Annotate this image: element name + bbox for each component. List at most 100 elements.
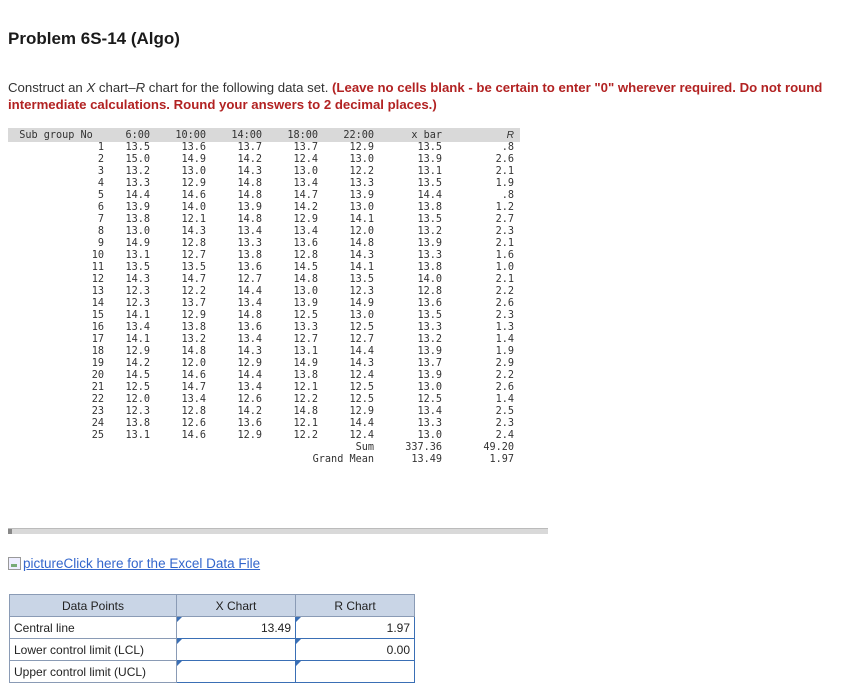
table-cell: 14.0 [181,202,206,213]
table-cell: 13.2 [181,334,206,345]
table-cell: 13.5 [125,262,150,273]
table-cell: 13.0 [181,166,206,177]
table-cell: 13.1 [293,346,318,357]
table-cell: 14.6 [181,370,206,381]
table-cell: 13.0 [125,226,150,237]
table-cell: 13.4 [293,178,318,189]
answer-row-central-line: Central line 13.49 1.97 [9,616,415,639]
table-cell: 1.0 [495,262,514,273]
table-cell: 14.2 [237,154,262,165]
table-cell: 13.9 [349,190,374,201]
table-row: 11 13.5 13.5 13.6 14.5 14.1 13.8 1.0 [8,262,520,274]
x-chart-central-line-input[interactable]: 13.49 [176,616,296,639]
table-row: 6 13.9 14.0 13.9 14.2 13.0 13.8 1.2 [8,202,520,214]
x-chart-lcl-input[interactable] [176,638,296,661]
table-cell: 2.6 [495,154,514,165]
table-cell: 13.0 [417,382,442,393]
table-cell: 2.7 [495,214,514,225]
table-cell: 14.5 [125,370,150,381]
table-cell: 14.2 [237,406,262,417]
table-row: 7 13.8 12.1 14.8 12.9 14.1 13.5 2.7 [8,214,520,226]
table-cell: 3 [97,166,104,177]
table-cell: 13.6 [181,142,206,153]
table-cell: 14.9 [349,298,374,309]
table-cell: 14.7 [293,190,318,201]
r-chart-lcl-input[interactable]: 0.00 [295,638,415,661]
table-row-sum-xbar: 337.36 [405,442,442,453]
answer-row-lcl: Lower control limit (LCL) 0.00 [9,638,415,661]
table-cell: 14.5 [293,262,318,273]
picture-icon [8,557,21,570]
page-title: Problem 6S-14 (Algo) [8,29,180,48]
table-cell: 12.9 [237,358,262,369]
table-row: 23 12.3 12.8 14.2 14.8 12.9 13.4 2.5 [8,406,520,418]
table-cell: 12.7 [293,334,318,345]
table-cell: 13.3 [417,250,442,261]
table-cell: 12.9 [125,346,150,357]
table-cell: 14.9 [293,358,318,369]
table-cell: 12.3 [125,286,150,297]
answer-header-x-chart: X Chart [176,594,296,617]
table-cell: 12.3 [125,406,150,417]
instr-x: X [86,80,96,95]
table-cell: 13.4 [181,394,206,405]
table-cell: 9 [97,238,104,249]
table-cell: 14.3 [181,226,206,237]
table-cell: 13.1 [417,166,442,177]
table-cell: 14.2 [293,202,318,213]
table-cell: 14.0 [417,274,442,285]
table-cell: 13.3 [293,322,318,333]
table-cell: 13.4 [417,406,442,417]
table-row: 16 13.4 13.8 13.6 13.3 12.5 13.3 1.3 [8,322,520,334]
table-cell: 12.0 [181,358,206,369]
table-cell: 21 [91,382,104,393]
table-cell: 13.7 [293,142,318,153]
table-cell: 14.4 [237,286,262,297]
table-cell: 14.3 [349,250,374,261]
table-cell: 19 [91,358,104,369]
table-cell: 20 [91,370,104,381]
table-cell: 12.5 [349,322,374,333]
table-cell: 14.8 [237,310,262,321]
table-cell: 12.1 [293,418,318,429]
table-row: 9 14.9 12.8 13.3 13.6 14.8 13.9 2.1 [8,238,520,250]
table-cell: 13.9 [417,154,442,165]
table-row: 5 14.4 14.6 14.8 14.7 13.9 14.4 .8 [8,190,520,202]
table-cell: 13.8 [237,250,262,261]
table-row: 25 13.1 14.6 12.9 12.2 12.4 13.0 2.4 [8,430,520,442]
x-chart-ucl-input[interactable] [176,660,296,683]
table-cell: 17 [91,334,104,345]
table-cell: 12.1 [181,214,206,225]
table-cell: 13 [91,286,104,297]
table-cell: 12.9 [349,406,374,417]
table-cell: 13.2 [417,226,442,237]
table-cell: 5 [97,190,104,201]
table-row: 2 15.0 14.9 14.2 12.4 13.0 13.9 2.6 [8,154,520,166]
table-row: 15 14.1 12.9 14.8 12.5 13.0 13.5 2.3 [8,310,520,322]
table-cell: 13.4 [293,226,318,237]
table-cell: 12.7 [181,250,206,261]
table-cell: 14.4 [349,418,374,429]
scrollbar-knob[interactable] [8,529,12,534]
table-cell: .8 [501,142,514,153]
table-cell: 13.3 [417,322,442,333]
table-cell: 14.1 [125,310,150,321]
r-chart-central-line-input[interactable]: 1.97 [295,616,415,639]
table-cell: 16 [91,322,104,333]
table-cell: 12.0 [125,394,150,405]
table-cell: 13.8 [125,418,150,429]
table-row: 21 12.5 14.7 13.4 12.1 12.5 13.0 2.6 [8,382,520,394]
table-cell: 14.8 [237,190,262,201]
answer-label: Lower control limit (LCL) [9,638,177,661]
table-cell: 1.2 [495,202,514,213]
table-scrollbar[interactable] [8,528,548,534]
table-row: 24 13.8 12.6 13.6 12.1 14.4 13.3 2.3 [8,418,520,430]
table-cell: 12.3 [349,286,374,297]
table-cell: 13.6 [417,298,442,309]
table-cell: 14.2 [125,358,150,369]
table-row: 18 12.9 14.8 14.3 13.1 14.4 13.9 1.9 [8,346,520,358]
excel-link-alt: picture [23,556,64,571]
r-chart-ucl-input[interactable] [295,660,415,683]
excel-data-link[interactable]: picture Click here for the Excel Data Fil… [8,556,260,571]
table-cell: 14.8 [293,274,318,285]
